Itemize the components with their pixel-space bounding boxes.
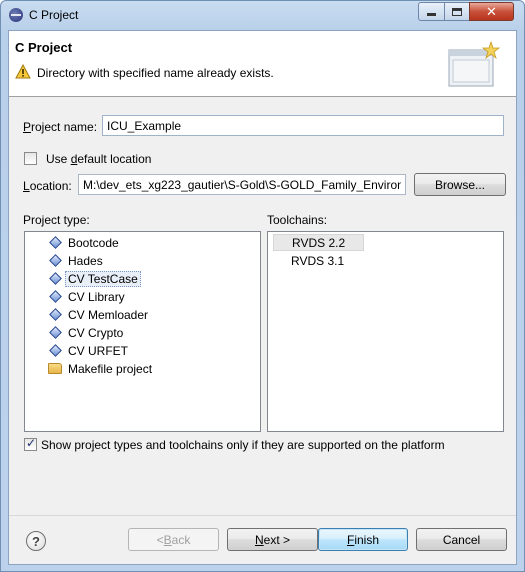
- project-type-item[interactable]: CV Memloader: [47, 306, 148, 323]
- location-input[interactable]: [78, 174, 406, 195]
- close-button[interactable]: ✕: [469, 2, 514, 21]
- project-type-item-label: Makefile project: [68, 361, 153, 376]
- footer-separator: [9, 515, 516, 516]
- use-default-location-label: Use default location: [46, 152, 152, 166]
- maximize-button[interactable]: [444, 2, 470, 21]
- project-type-item[interactable]: CV Crypto: [47, 324, 123, 341]
- back-button[interactable]: < Back: [128, 528, 219, 551]
- toolchains-label: Toolchains:: [267, 213, 328, 227]
- diamond-icon: [47, 307, 63, 323]
- next-button[interactable]: Next >: [227, 528, 318, 551]
- project-type-item-label: CV TestCase: [65, 270, 141, 287]
- finish-button[interactable]: Finish: [318, 528, 408, 551]
- folder-icon: [47, 361, 63, 377]
- window-title: C Project: [29, 8, 79, 22]
- show-supported-only-checkbox[interactable]: [24, 436, 37, 451]
- cancel-button[interactable]: Cancel: [416, 528, 507, 551]
- project-type-item-label: Hades: [68, 253, 103, 268]
- project-type-label: Project type:: [23, 213, 90, 227]
- close-icon: ✕: [486, 4, 497, 19]
- dialog-window: C Project ✕ C Project Directory with spe…: [0, 0, 525, 572]
- help-icon[interactable]: ?: [26, 531, 46, 551]
- project-type-item-label: CV Library: [68, 289, 125, 304]
- minimize-button[interactable]: [418, 2, 445, 21]
- location-label: Location:: [23, 179, 72, 193]
- diamond-icon: [47, 325, 63, 341]
- project-type-item[interactable]: Makefile project: [47, 360, 152, 377]
- project-type-item-label: CV URFET: [68, 343, 128, 358]
- project-type-tree[interactable]: Bootcode Hades CV TestCase CV Library CV Mem…: [24, 231, 261, 432]
- browse-button[interactable]: Browse...: [414, 173, 506, 196]
- eclipse-app-icon: [9, 8, 23, 22]
- wizard-page-title: C Project: [15, 40, 73, 55]
- maximize-icon: [452, 7, 462, 16]
- use-default-location-checkbox[interactable]: [24, 152, 37, 165]
- project-type-item[interactable]: CV Library: [47, 288, 125, 305]
- new-project-wizard-icon: [448, 40, 501, 87]
- diamond-icon: [47, 253, 63, 269]
- warning-icon: [15, 64, 31, 79]
- diamond-icon: [47, 343, 63, 359]
- project-type-item[interactable]: CV TestCase: [47, 270, 141, 287]
- wizard-header: C Project Directory with specified name …: [9, 31, 516, 97]
- diamond-icon: [47, 289, 63, 305]
- project-type-item-label: Bootcode: [68, 235, 119, 250]
- diamond-icon: [47, 235, 63, 251]
- project-type-item[interactable]: Hades: [47, 252, 103, 269]
- project-type-item-label: CV Crypto: [68, 325, 124, 340]
- toolchains-list[interactable]: RVDS 2.2 RVDS 3.1: [267, 231, 504, 432]
- show-supported-only-label: Show project types and toolchains only i…: [41, 438, 445, 452]
- toolchain-item[interactable]: RVDS 3.1: [273, 252, 362, 269]
- wizard-message: Directory with specified name already ex…: [37, 66, 274, 80]
- project-type-item-label: CV Memloader: [68, 307, 149, 322]
- project-name-input[interactable]: [102, 115, 504, 136]
- title-bar[interactable]: C Project ✕: [1, 1, 524, 29]
- project-type-item[interactable]: Bootcode: [47, 234, 119, 251]
- minimize-icon: [427, 13, 436, 16]
- toolchain-item[interactable]: RVDS 2.2: [273, 234, 365, 251]
- diamond-icon: [47, 271, 63, 287]
- project-type-item[interactable]: CV URFET: [47, 342, 128, 359]
- dialog-client-area: C Project Directory with specified name …: [8, 30, 517, 565]
- project-name-label: Project name:: [23, 120, 98, 134]
